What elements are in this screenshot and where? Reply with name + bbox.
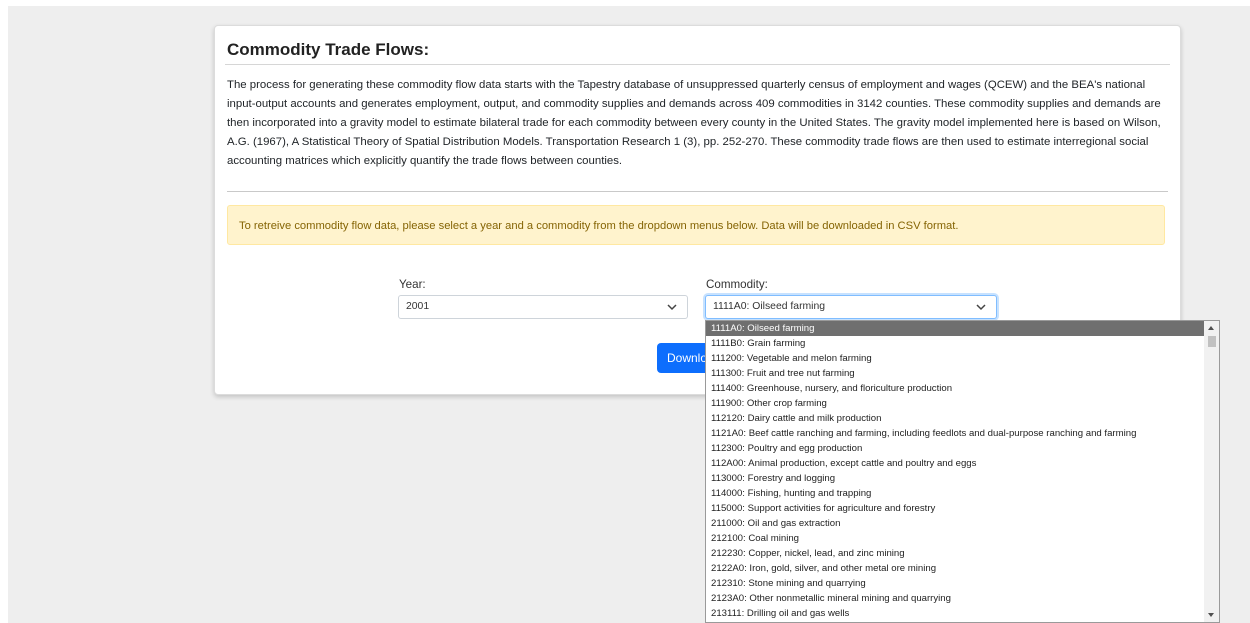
dropdown-option[interactable]: 211000: Oil and gas extraction [706,516,1204,531]
dropdown-option[interactable]: 113000: Forestry and logging [706,471,1204,486]
description-text: The process for generating these commodi… [227,79,1161,167]
dropdown-option[interactable]: 111400: Greenhouse, nursery, and floricu… [706,381,1204,396]
chevron-down-icon [976,304,986,311]
commodity-select-value: 1111A0: Oilseed farming [713,301,826,312]
dropdown-option[interactable]: 213111: Drilling oil and gas wells [706,606,1204,621]
dropdown-option[interactable]: 111200: Vegetable and melon farming [706,351,1204,366]
dropdown-option[interactable]: 1111B0: Grain farming [706,336,1204,351]
dropdown-option[interactable]: 212100: Coal mining [706,531,1204,546]
year-label: Year: [399,278,426,291]
dropdown-option[interactable]: 212310: Stone mining and quarrying [706,576,1204,591]
dropdown-option[interactable]: 2123A0: Other nonmetallic mineral mining… [706,591,1204,606]
dropdown-option[interactable]: 1121A0: Beef cattle ranching and farming… [706,426,1204,441]
scroll-down-arrow-icon[interactable] [1208,613,1214,617]
scrollbar-thumb[interactable] [1208,336,1216,347]
dropdown-option[interactable]: 112120: Dairy cattle and milk production [706,411,1204,426]
dropdown-option[interactable]: 111900: Other crop farming [706,396,1204,411]
dropdown-option[interactable]: 1111A0: Oilseed farming [706,321,1204,336]
commodity-select[interactable]: 1111A0: Oilseed farming [705,295,997,319]
dropdown-option[interactable]: 112A00: Animal production, except cattle… [706,456,1204,471]
title-divider [225,64,1170,65]
dropdown-option[interactable]: 114000: Fishing, hunting and trapping [706,486,1204,501]
commodity-dropdown-list[interactable]: 1111A0: Oilseed farming 1111B0: Grain far… [705,320,1220,623]
dropdown-option[interactable]: 111300: Fruit and tree nut farming [706,366,1204,381]
description-divider [227,191,1168,192]
year-select-value: 2001 [406,301,430,312]
commodity-label: Commodity: [706,278,768,291]
card-title: Commodity Trade Flows: [227,40,430,59]
dropdown-scrollbar[interactable] [1204,321,1219,622]
year-select[interactable]: 2001 [398,295,688,319]
dropdown-option[interactable]: 112300: Poultry and egg production [706,441,1204,456]
dropdown-option[interactable]: 212230: Copper, nickel, lead, and zinc m… [706,546,1204,561]
dropdown-option[interactable]: 2122A0: Iron, gold, silver, and other me… [706,561,1204,576]
scroll-up-arrow-icon[interactable] [1208,326,1214,330]
dropdown-option[interactable]: 115000: Support activities for agricultu… [706,501,1204,516]
chevron-down-icon [667,304,677,311]
instructions-alert: To retreive commodity flow data, please … [227,205,1165,245]
dropdown-options: 1111A0: Oilseed farming 1111B0: Grain far… [706,321,1204,621]
